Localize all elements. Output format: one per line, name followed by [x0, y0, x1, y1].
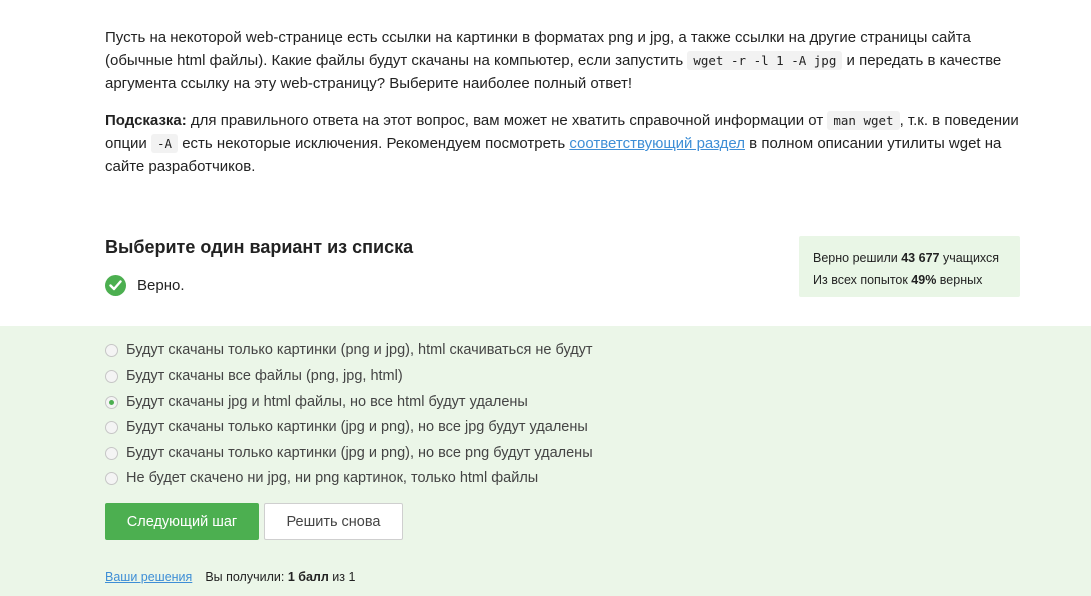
attempts-stat: Из всех попыток 49% верных: [813, 269, 1006, 291]
score-prefix: Вы получили:: [205, 570, 288, 584]
radio-button[interactable]: [105, 420, 118, 434]
stat-text: Верно решили: [813, 251, 902, 265]
radio-button[interactable]: [105, 471, 118, 485]
code-snippet: wget -r -l 1 -A jpg: [687, 51, 843, 70]
score-value: 1 балл: [287, 570, 329, 584]
solved-count: 43 677: [901, 251, 940, 265]
next-step-button[interactable]: Следующий шаг: [105, 503, 259, 540]
option-2[interactable]: Будут скачаны все файлы (png, jpg, html): [105, 368, 403, 384]
hint-text-part: есть некоторые исключения. Рекомендуем п…: [178, 135, 570, 152]
stat-text: Из всех попыток: [813, 273, 912, 287]
radio-button[interactable]: [105, 446, 118, 460]
option-3[interactable]: Будут скачаны jpg и html файлы, но все h…: [105, 394, 528, 410]
solved-stat: Верно решили 43 677 учащихся: [813, 247, 1006, 269]
hint-paragraph: Подсказка: для правильного ответа на это…: [105, 109, 1025, 178]
check-icon: [105, 275, 126, 296]
your-solutions-link[interactable]: Ваши решения: [105, 570, 192, 584]
score-text: Вы получили: 1 балл из 1: [205, 570, 355, 584]
stat-text: верных: [936, 273, 983, 287]
option-label: Не будет скачено ни jpg, ни png картинок…: [126, 470, 539, 486]
docs-section-link[interactable]: соответствующий раздел: [569, 135, 745, 152]
footer: Ваши решения Вы получили: 1 балл из 1: [105, 570, 355, 584]
option-label: Будут скачаны все файлы (png, jpg, html): [126, 368, 403, 384]
option-label: Будут скачаны только картинки (png и jpg…: [126, 342, 593, 358]
option-6[interactable]: Не будет скачено ни jpg, ни png картинок…: [105, 470, 538, 486]
option-label: Будут скачаны только картинки (jpg и png…: [126, 419, 588, 435]
code-snippet: -A: [150, 134, 179, 153]
question-paragraph: Пусть на некоторой web-странице есть ссы…: [105, 26, 1025, 95]
option-4[interactable]: Будут скачаны только картинки (jpg и png…: [105, 419, 588, 435]
option-label: Будут скачаны только картинки (jpg и png…: [126, 445, 593, 461]
question-text: Пусть на некоторой web-странице есть ссы…: [105, 26, 1025, 192]
option-1[interactable]: Будут скачаны только картинки (png и jpg…: [105, 342, 593, 358]
hint-text-part: для правильного ответа на этот вопрос, в…: [186, 112, 828, 129]
stats-panel: Верно решили 43 677 учащихся Из всех поп…: [799, 236, 1020, 297]
hint-label: Подсказка:: [105, 112, 187, 129]
score-suffix: из 1: [328, 570, 356, 584]
radio-button[interactable]: [105, 343, 118, 357]
radio-button-selected[interactable]: [105, 395, 118, 409]
stat-text: учащихся: [939, 251, 1000, 265]
verdict: Верно.: [105, 275, 184, 296]
verdict-text: Верно.: [137, 277, 185, 294]
choose-title: Выберите один вариант из списка: [105, 237, 414, 257]
option-5[interactable]: Будут скачаны только картинки (jpg и png…: [105, 445, 593, 461]
option-label: Будут скачаны jpg и html файлы, но все h…: [126, 394, 528, 410]
retry-button[interactable]: Решить снова: [264, 503, 403, 540]
code-snippet: man wget: [827, 111, 900, 130]
answers-area: [0, 326, 1091, 596]
attempts-percent: 49%: [911, 273, 937, 287]
radio-button[interactable]: [105, 369, 118, 383]
